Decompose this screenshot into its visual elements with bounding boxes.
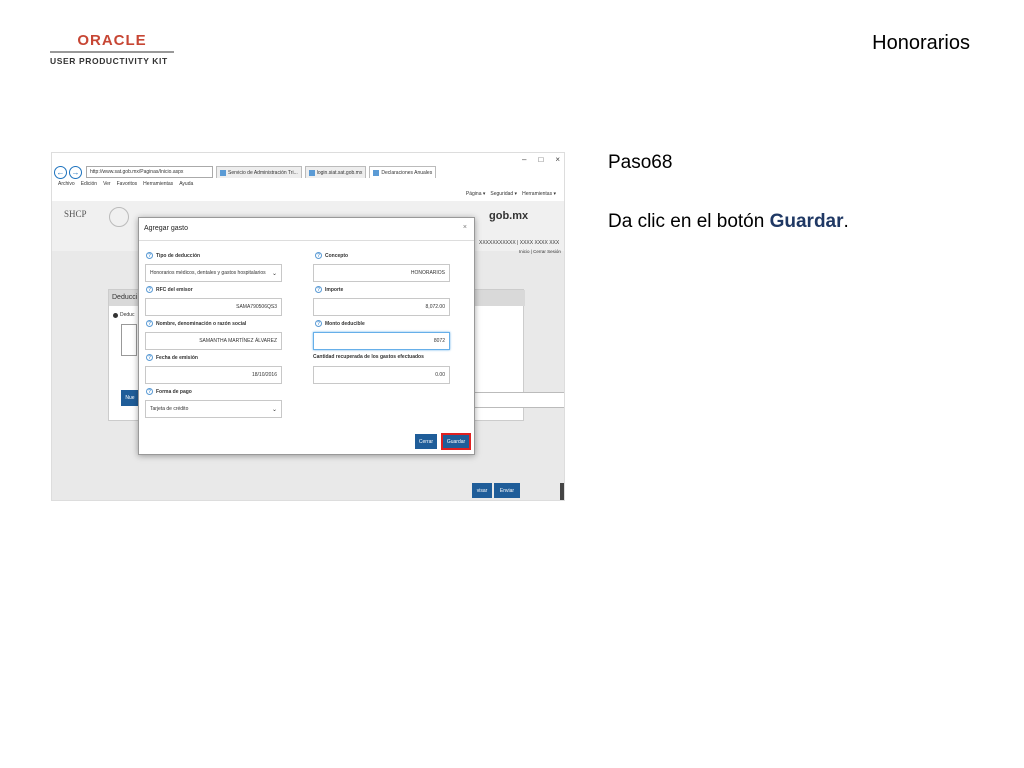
tab-label: Declaraciones Anuales (381, 169, 433, 176)
browser-menu: Archivo Edición Ver Favoritos Herramient… (58, 181, 193, 187)
menu-ayuda[interactable]: Ayuda (179, 181, 193, 187)
topic-title: Honorarios (872, 32, 970, 54)
menu-archivo[interactable]: Archivo (58, 181, 75, 187)
revisar-button[interactable]: visar (472, 483, 492, 498)
label-text: Concepto (325, 252, 349, 259)
help-icon[interactable]: ? (315, 252, 322, 259)
shcp-logo: SHCP (64, 209, 87, 219)
radio-label: Deduc (120, 312, 135, 318)
tab-sat[interactable]: Servicio de Administración Tri... (216, 166, 302, 178)
chevron-down-icon: ⌄ (271, 406, 277, 413)
tab-declaraciones[interactable]: Declaraciones Anuales (369, 166, 437, 178)
label-text: Monto deducible (325, 320, 365, 327)
panel-input[interactable] (469, 392, 564, 408)
panel-title: Deducci (112, 294, 138, 301)
dialog-divider (139, 240, 474, 241)
concepto-field[interactable]: HONORARIOS (313, 264, 450, 282)
step-title: Paso68 (608, 152, 673, 173)
label-text: Fecha de emisión (156, 354, 198, 361)
concepto-label: ? Concepto (315, 252, 348, 259)
toolbar-herramientas[interactable]: Herramientas ▾ (522, 191, 556, 197)
label-text: Tipo de deducción (156, 252, 201, 259)
help-icon[interactable]: ? (146, 320, 153, 327)
help-icon[interactable]: ? (146, 388, 153, 395)
tab-login[interactable]: login.siat.sat.gob.mx (304, 166, 367, 178)
address-row: ← → http://www.sat.gob.mx/Paginas/Inicio… (52, 163, 564, 181)
logo-oracle-text: ORACLE (77, 32, 147, 49)
cantidad-recuperada-field[interactable]: 0.00 (313, 366, 450, 384)
gobmx-logo: gob.mx (489, 210, 529, 222)
menu-herramientas[interactable]: Herramientas (143, 181, 173, 187)
help-icon[interactable]: ? (315, 286, 322, 293)
forma-pago-select[interactable]: Tarjeta de crédito ⌄ (145, 400, 282, 418)
help-icon[interactable]: ? (146, 286, 153, 293)
nuevo-button[interactable]: Nue (121, 390, 139, 406)
close-icon[interactable]: × (463, 224, 467, 231)
rfc-display: XXXXXXXXXXX | XXXX XXXX XXX (479, 240, 560, 246)
tipo-deduccion-label: ? Tipo de deducción (146, 252, 200, 259)
importe-field[interactable]: 8,072.00 (313, 298, 450, 316)
agregar-gasto-dialog: Agregar gasto × ? Tipo de deducción Honor… (138, 217, 475, 455)
nombre-label: ? Nombre, denominación o razón social (146, 320, 246, 327)
label-text: Cantidad recuperada de los gastos efectu… (313, 354, 424, 360)
national-seal-icon (109, 207, 129, 227)
label-text: Forma de pago (156, 388, 192, 395)
toolbar-seguridad[interactable]: Seguridad ▾ (490, 191, 517, 197)
help-icon[interactable]: ? (146, 354, 153, 361)
toolbar-pagina[interactable]: Página ▾ (466, 191, 485, 197)
slide: ORACLE USER PRODUCTIVITY KIT Honorarios … (0, 0, 1024, 768)
cantidad-recuperada-label: Cantidad recuperada de los gastos efectu… (313, 354, 424, 360)
label-text: RFC del emisor (156, 286, 193, 293)
forma-pago-label: ? Forma de pago (146, 388, 192, 395)
importe-label: ? Importe (315, 286, 343, 293)
help-icon[interactable]: ? (315, 320, 322, 327)
menu-ver[interactable]: Ver (103, 181, 111, 187)
logo-upk-text: USER PRODUCTIVITY KIT (50, 56, 168, 66)
oracle-upk-logo: ORACLE USER PRODUCTIVITY KIT (50, 32, 174, 66)
page-icon (373, 169, 380, 176)
rfc-emisor-field[interactable]: SAMA790506QS3 (145, 298, 282, 316)
help-icon[interactable]: ? (146, 252, 153, 259)
deduction-radio[interactable]: Deduc (113, 312, 134, 318)
session-links[interactable]: Inicio | Cerrar Sesión (519, 249, 561, 254)
menu-favoritos[interactable]: Favoritos (117, 181, 138, 187)
instruction-button-name: Guardar (769, 211, 844, 232)
page-icon (220, 169, 226, 176)
label-text: Nombre, denominación o razón social (156, 320, 247, 327)
page-icon (308, 169, 315, 176)
nombre-field[interactable]: SAMANTHA MARTÍNEZ ÁLVAREZ (145, 332, 282, 350)
browser-toolbar: Página ▾ Seguridad ▾ Herramientas ▾ (466, 191, 556, 197)
back-arrow-icon[interactable]: ← (54, 165, 67, 179)
step-instruction: Da clic en el botón Guardar. (608, 211, 849, 233)
instruction-text: Da clic en el botón (608, 211, 770, 232)
chevron-down-icon: ⌄ (271, 270, 277, 277)
radio-dot-icon (113, 312, 118, 318)
monto-deducible-field[interactable]: 8072 (313, 332, 450, 350)
tab-label: Servicio de Administración Tri... (228, 169, 298, 176)
browser-screenshot: – □ × ← → http://www.sat.gob.mx/Paginas/… (51, 152, 565, 501)
instruction-period: . (843, 211, 849, 232)
forward-arrow-icon[interactable]: → (69, 165, 82, 179)
menu-edicion[interactable]: Edición (81, 181, 97, 187)
guardar-button[interactable]: Guardar (441, 433, 471, 450)
cerrar-button[interactable]: Cerrar (415, 434, 437, 449)
dialog-title: Agregar gasto (144, 225, 188, 232)
deduction-category-icon[interactable] (121, 324, 137, 356)
tipo-deduccion-select[interactable]: Honorarios médicos, dentales y gastos ho… (145, 264, 282, 282)
tab-label: login.siat.sat.gob.mx (316, 169, 363, 176)
rfc-emisor-label: ? RFC del emisor (146, 286, 193, 293)
logo-divider (50, 51, 174, 53)
fecha-emision-label: ? Fecha de emisión (146, 354, 198, 361)
address-bar[interactable]: http://www.sat.gob.mx/Paginas/Inicio.asp… (86, 166, 213, 178)
select-value: Tarjeta de crédito (150, 406, 189, 412)
label-text: Importe (325, 286, 344, 293)
enviar-button[interactable]: Enviar (494, 483, 520, 498)
select-value: Honorarios médicos, dentales y gastos ho… (150, 270, 266, 276)
scrollbar[interactable] (560, 483, 564, 500)
fecha-emision-field[interactable]: 18/10/2016 (145, 366, 282, 384)
monto-deducible-label: ? Monto deducible (315, 320, 365, 327)
